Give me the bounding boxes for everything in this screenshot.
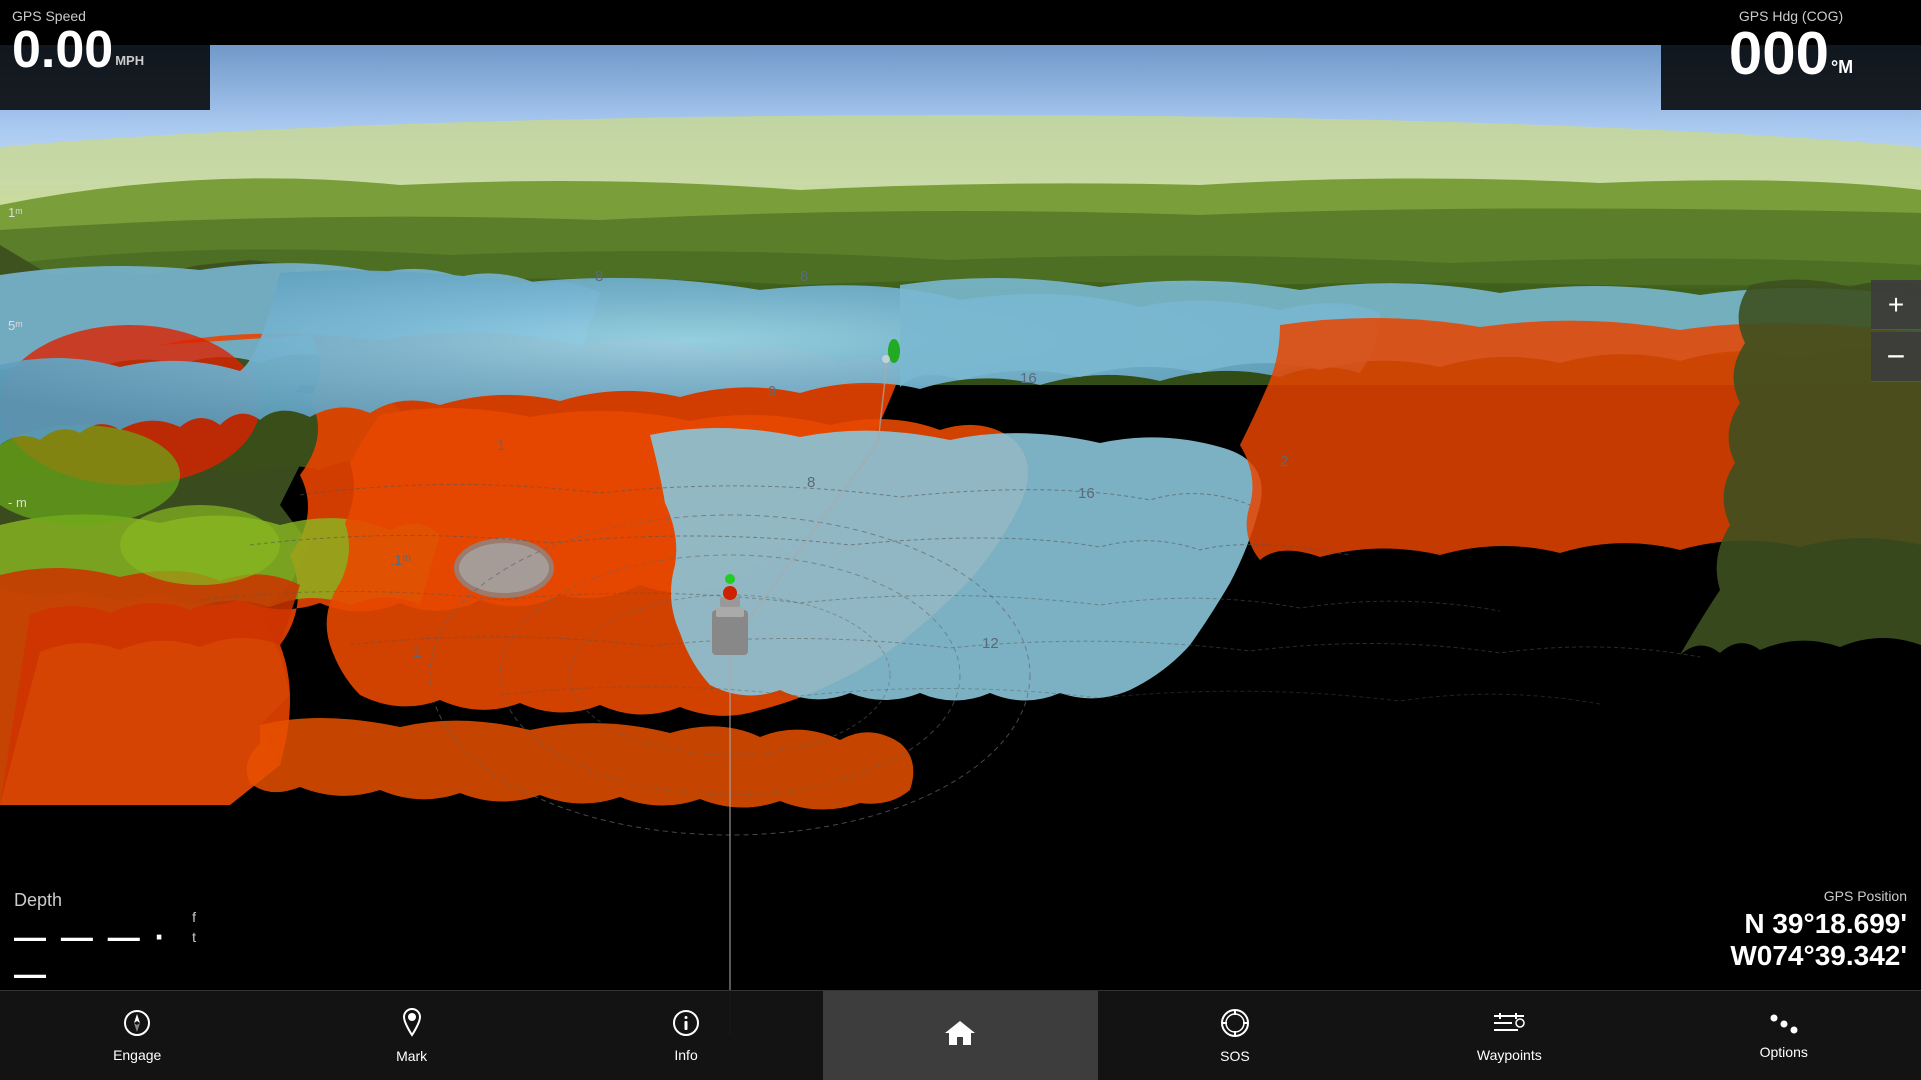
gps-speed-value: 0.00 MPH	[12, 24, 198, 76]
compass-icon	[122, 1008, 152, 1043]
depth-num-16b: 16	[1078, 485, 1095, 502]
gps-position-panel: GPS Position N 39°18.699' W074°39.342'	[1641, 880, 1921, 990]
nav-item-engage[interactable]: Engage	[0, 991, 274, 1080]
sos-icon	[1219, 1007, 1251, 1044]
nav-item-home[interactable]	[823, 991, 1097, 1080]
depth-num-8b: 8	[800, 268, 808, 285]
nav-item-sos[interactable]: SOS	[1098, 991, 1372, 1080]
depth-num-1b: 1	[413, 644, 421, 661]
gps-hdg-panel: GPS Hdg (COG) 000 °M	[1661, 0, 1921, 110]
gps-speed-panel: GPS Speed 0.00 MPH	[0, 0, 210, 110]
gps-hdg-number: 000	[1729, 24, 1829, 84]
depth-num-01m: .1ᵐ	[390, 552, 411, 569]
pin-icon	[398, 1007, 426, 1044]
nav-label-options: Options	[1760, 1044, 1808, 1060]
zoom-in-button[interactable]: +	[1871, 280, 1921, 330]
depth-num-12: 12	[982, 635, 999, 652]
gps-speed-unit: MPH	[115, 54, 144, 68]
scale-label-m: - m	[8, 495, 27, 510]
gps-hdg-value: 000 °M	[1673, 24, 1909, 84]
nav-label-waypoints: Waypoints	[1477, 1047, 1542, 1063]
waypoints-icon	[1492, 1008, 1526, 1043]
depth-num-2: 2	[1280, 453, 1288, 470]
depth-unit: f t	[192, 908, 196, 947]
gps-hdg-unit: °M	[1831, 58, 1853, 76]
map-view[interactable]	[0, 0, 1921, 1080]
depth-panel: Depth f t — — — ·—	[0, 880, 210, 990]
scale-label-1m: 1ᵐ	[8, 205, 23, 220]
depth-value: — — — ·—	[14, 919, 196, 993]
nav-label-engage: Engage	[113, 1047, 161, 1063]
depth-label: Depth	[14, 890, 196, 911]
nav-label-mark: Mark	[396, 1048, 427, 1064]
nav-label-info: Info	[674, 1047, 697, 1063]
zoom-out-button[interactable]: −	[1871, 332, 1921, 382]
nav-item-info[interactable]: Info	[549, 991, 823, 1080]
nav-item-mark[interactable]: Mark	[274, 991, 548, 1080]
depth-num-1a: 1	[497, 437, 505, 454]
depth-num-8a: 8	[595, 268, 603, 285]
depth-num-9: 9	[768, 383, 776, 400]
depth-num-8c: 8	[807, 474, 815, 491]
nav-item-options[interactable]: Options	[1647, 991, 1921, 1080]
nav-label-sos: SOS	[1220, 1048, 1250, 1064]
gps-position-lat: N 39°18.699'	[1655, 908, 1907, 940]
gps-position-label: GPS Position	[1655, 888, 1907, 904]
depth-num-16a: 16	[1020, 370, 1037, 387]
gps-speed-number: 0.00	[12, 24, 113, 76]
gps-position-lon: W074°39.342'	[1655, 940, 1907, 972]
nav-item-waypoints[interactable]: Waypoints	[1372, 991, 1646, 1080]
scale-label-5m: 5ᵐ	[8, 318, 23, 333]
home-icon	[943, 1017, 977, 1054]
options-icon	[1769, 1012, 1799, 1040]
bottom-nav: Engage Mark Info	[0, 990, 1921, 1080]
info-icon	[671, 1008, 701, 1043]
zoom-controls: + −	[1871, 280, 1921, 382]
map-container: GPS Speed 0.00 MPH GPS Hdg (COG) 000 °M …	[0, 0, 1921, 1080]
